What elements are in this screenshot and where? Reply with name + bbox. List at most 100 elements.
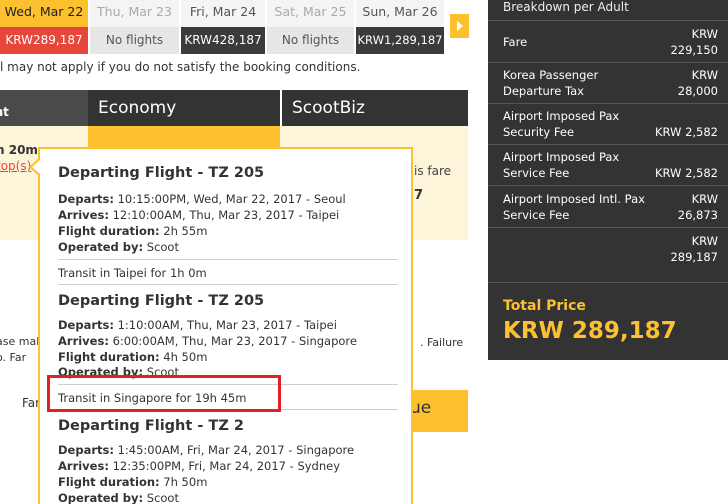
date-day: Thu, Mar 23 (90, 0, 179, 27)
scootbiz-note: is fare (414, 164, 452, 178)
arrives-value: 6:00:00AM, Thu, Mar 23, 2017 - Singapore (112, 334, 357, 348)
transit-info: Transit in Taipei for 1h 0m (58, 266, 207, 280)
arrives-label: Arrives: (58, 459, 109, 473)
segment-departs: Departs: 1:45:00AM, Fri, Mar 24, 2017 - … (58, 443, 354, 457)
date-card-mar-23[interactable]: Thu, Mar 23 No flights (90, 0, 179, 54)
date-card-mar-22[interactable]: Wed, Mar 22 KRW289,187 (0, 0, 88, 54)
divider (58, 259, 398, 260)
total-price-label: Total Price (503, 298, 586, 314)
breakdown-row-subtotal: KRW 289,187 (503, 233, 718, 265)
row-label: Security Fee (503, 125, 575, 139)
departs-label: Departs: (58, 443, 114, 457)
scootbiz-price[interactable]: 7 (414, 188, 423, 203)
row-label: Airport Imposed Intl. Pax (503, 192, 645, 206)
row-currency: KRW (691, 68, 718, 82)
date-card-mar-25[interactable]: Sat, Mar 25 No flights (267, 0, 354, 54)
flight-details-tooltip: Departing Flight - TZ 205 Departs: 10:15… (38, 147, 413, 504)
row-amount: 229,150 (670, 43, 718, 57)
row-amount: 28,000 (677, 84, 718, 98)
date-price: No flights (90, 27, 179, 54)
divider (488, 144, 728, 145)
row-label: Service Fee (503, 166, 570, 180)
stops-link[interactable]: top(s) (0, 159, 31, 173)
breakdown-row-intl-service-fee: Airport Imposed Intl. Pax Service Fee KR… (503, 191, 718, 223)
date-price: KRW289,187 (0, 27, 88, 54)
next-dates-button[interactable] (450, 14, 469, 38)
operated-label: Operated by: (58, 491, 144, 504)
duration-value: 2h 55m (163, 224, 208, 238)
date-day: Fri, Mar 24 (181, 0, 265, 27)
column-header-scootbiz: ScootBiz (280, 90, 468, 126)
breakdown-heading: Breakdown per Adult (503, 0, 629, 14)
row-label: Korea Passenger (503, 68, 599, 82)
row-amount: KRW 2,582 (654, 125, 718, 139)
divider (488, 282, 728, 283)
date-price: KRW1,289,187 (356, 27, 444, 54)
transit-highlight-box (47, 375, 281, 412)
row-amount: 26,873 (677, 208, 718, 222)
warning-text: ase mal (0, 335, 40, 348)
duration-value: 7h 50m (163, 475, 208, 489)
row-currency: KRW (691, 234, 718, 248)
price-breakdown-panel: Breakdown per Adult Fare KRW 229,150 Kor… (488, 0, 728, 360)
duration-label: Flight duration: (58, 224, 160, 238)
segment-title: Departing Flight - TZ 205 (58, 293, 265, 309)
departs-value: 10:15:00PM, Wed, Mar 22, 2017 - Seoul (117, 192, 346, 206)
booking-conditions-text: l may not apply if you do not satisfy th… (0, 60, 361, 74)
segment-duration: Flight duration: 7h 50m (58, 475, 207, 489)
row-label: Fare (503, 35, 528, 49)
segment-duration: Flight duration: 4h 50m (58, 350, 207, 364)
divider (488, 62, 728, 63)
column-header-flight: ght (0, 90, 88, 126)
operated-value: Scoot (146, 240, 179, 254)
divider (58, 284, 398, 285)
warning-text: . Failure (420, 336, 464, 349)
tooltip-arrow-inner (32, 160, 40, 174)
divider (488, 227, 728, 228)
continue-button-label: ue (410, 398, 432, 418)
warning-text: o. Far (0, 351, 27, 364)
segment-arrives: Arrives: 12:10:00AM, Thu, Mar 23, 2017 -… (58, 208, 339, 222)
segment-operator: Operated by: Scoot (58, 491, 179, 504)
arrives-label: Arrives: (58, 208, 109, 222)
segment-duration: Flight duration: 2h 55m (58, 224, 207, 238)
duration-label: Flight duration: (58, 350, 160, 364)
row-amount: 289,187 (670, 250, 718, 264)
row-label: Airport Imposed Pax (503, 150, 620, 164)
departs-value: 1:45:00AM, Fri, Mar 24, 2017 - Singapore (117, 443, 355, 457)
segment-departs: Departs: 1:10:00AM, Thu, Mar 23, 2017 - … (58, 318, 337, 332)
date-card-mar-26[interactable]: Sun, Mar 26 KRW1,289,187 (356, 0, 444, 54)
arrives-value: 12:10:00AM, Thu, Mar 23, 2017 - Taipei (112, 208, 340, 222)
date-day: Wed, Mar 22 (0, 0, 88, 27)
total-price-value: KRW 289,187 (503, 318, 677, 344)
operated-label: Operated by: (58, 240, 144, 254)
departs-label: Departs: (58, 192, 114, 206)
column-header-economy: Economy (88, 90, 280, 126)
row-label: Departure Tax (503, 84, 584, 98)
date-price: KRW428,187 (181, 27, 265, 54)
segment-departs: Departs: 10:15:00PM, Wed, Mar 22, 2017 -… (58, 192, 346, 206)
arrives-label: Arrives: (58, 334, 109, 348)
departs-value: 1:10:00AM, Thu, Mar 23, 2017 - Taipei (117, 318, 337, 332)
column-header-flight-text: ght (0, 105, 9, 119)
row-currency: KRW (691, 27, 718, 41)
divider (488, 103, 728, 104)
breakdown-row-security-fee: Airport Imposed Pax Security Fee KRW 2,5… (503, 108, 718, 140)
duration-label: Flight duration: (58, 475, 160, 489)
date-day: Sat, Mar 25 (267, 0, 354, 27)
segment-operator: Operated by: Scoot (58, 240, 179, 254)
departs-label: Departs: (58, 318, 114, 332)
row-currency: KRW (691, 192, 718, 206)
segment-arrives: Arrives: 6:00:00AM, Thu, Mar 23, 2017 - … (58, 334, 357, 348)
row-label: Service Fee (503, 208, 570, 222)
divider (488, 185, 728, 186)
date-day: Sun, Mar 26 (356, 0, 444, 27)
breakdown-row-service-fee: Airport Imposed Pax Service Fee KRW 2,58… (503, 149, 718, 181)
segment-title: Departing Flight - TZ 2 (58, 418, 244, 434)
breakdown-row-fare: Fare KRW 229,150 (503, 26, 718, 58)
flight-duration: h 20m (0, 143, 38, 157)
date-price: No flights (267, 27, 354, 54)
operated-value: Scoot (146, 491, 179, 504)
row-amount: KRW 2,582 (654, 166, 718, 180)
date-card-mar-24[interactable]: Fri, Mar 24 KRW428,187 (181, 0, 265, 54)
